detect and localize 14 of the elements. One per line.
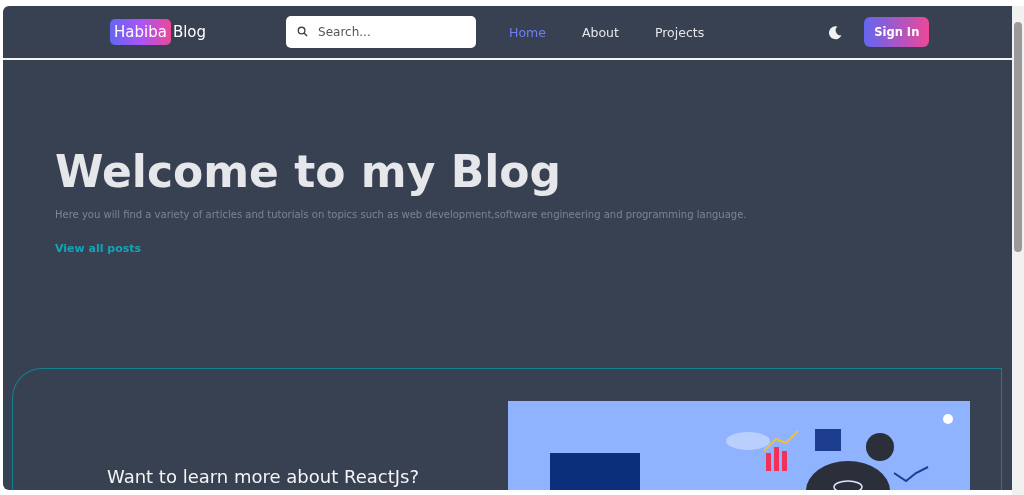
nav-link[interactable]: About xyxy=(581,24,619,40)
hero-title: Welcome to my Blog xyxy=(55,146,562,199)
view-all-posts-link[interactable]: View all posts xyxy=(55,241,1012,255)
nav-link[interactable]: Home xyxy=(509,24,546,40)
moon-icon[interactable] xyxy=(828,24,844,40)
promo-heading: Want to learn more about ReactJs? xyxy=(107,464,419,488)
nav-link[interactable]: Projects xyxy=(654,24,705,40)
hero-subtitle: Here you will find a variety of articles and tutorials on topics such as web development,software engineering and programming language. xyxy=(55,208,748,220)
search-icon xyxy=(297,26,309,37)
sign-in-button[interactable]: Sign In xyxy=(864,17,930,47)
logo-badge[interactable]: Habiba xyxy=(110,19,171,45)
logo-text[interactable]: Blog xyxy=(172,23,207,41)
scrollbar[interactable] xyxy=(1012,6,1024,495)
search-field[interactable]: Search... xyxy=(286,16,477,48)
